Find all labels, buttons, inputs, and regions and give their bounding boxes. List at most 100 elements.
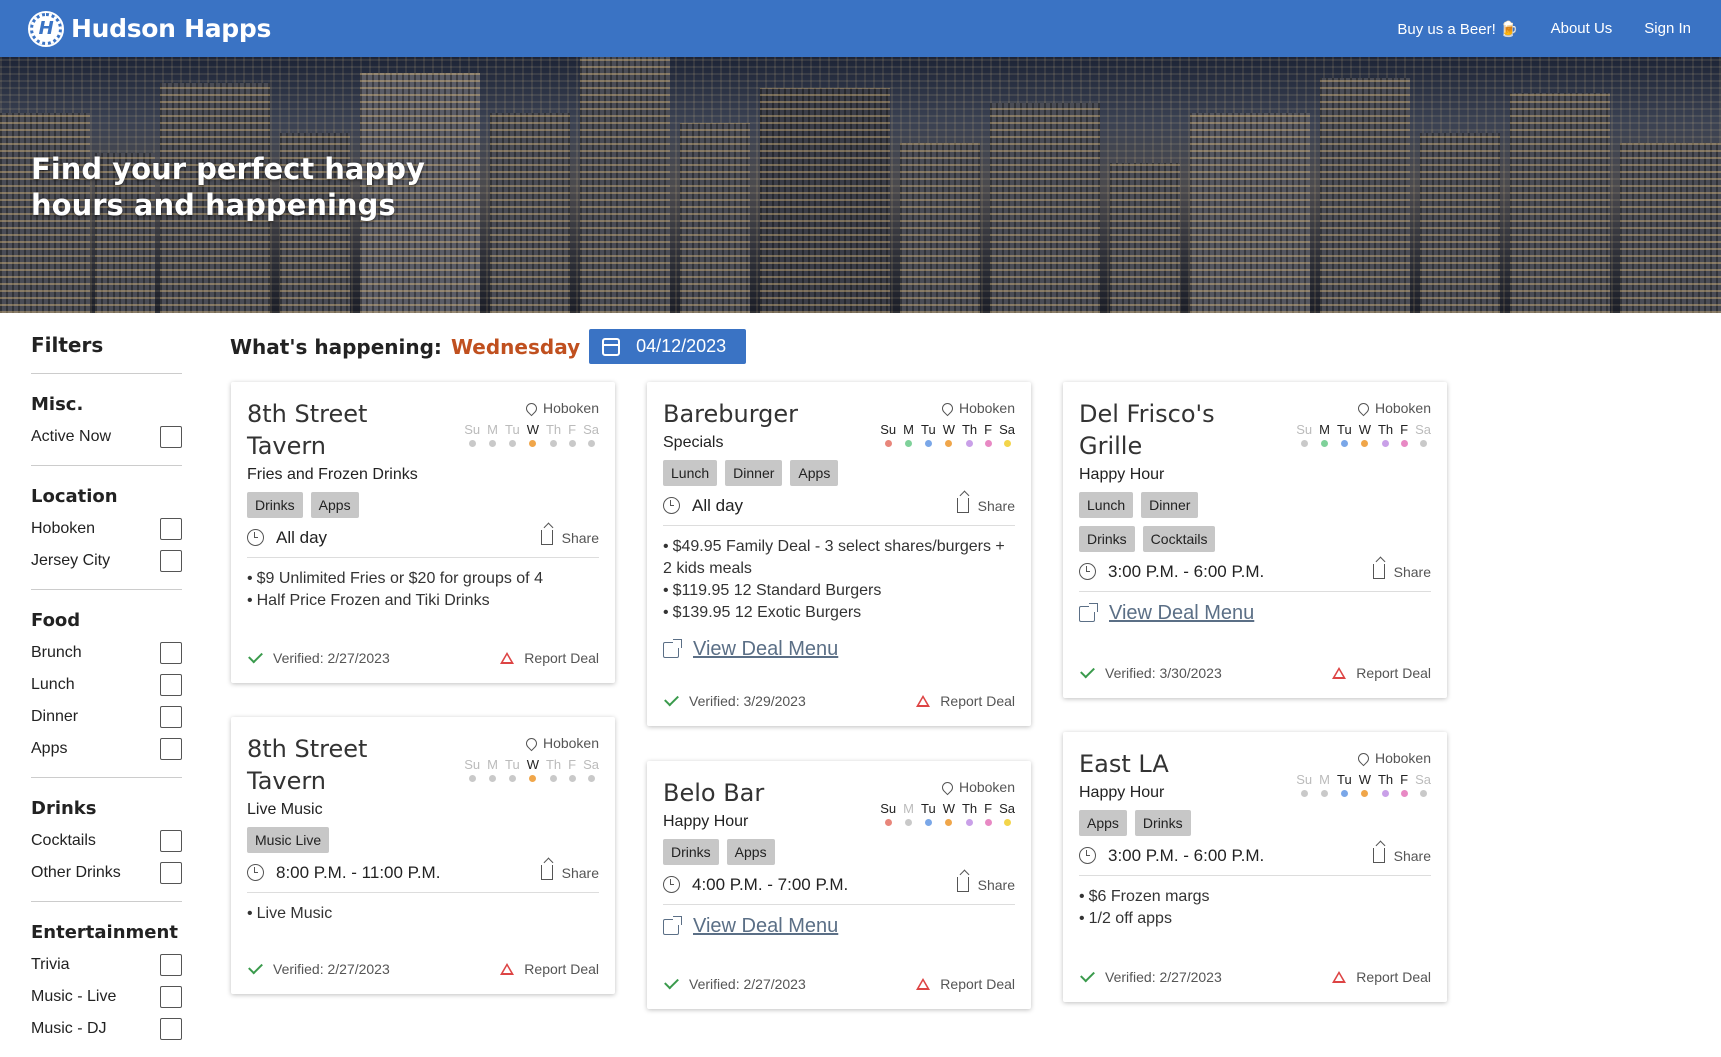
weekday-indicator: Su M Tu W Th F Sa	[457, 422, 599, 447]
deal-subtitle: Live Music	[247, 801, 323, 818]
day-m: M	[487, 422, 498, 447]
tag-list: Lunch Dinner	[1079, 492, 1431, 518]
deal-list: $9 Unlimited Fries or $20 for groups of …	[247, 558, 599, 616]
deal-card[interactable]: Belo Bar Happy Hour Hoboken Su M Tu W Th F Sa Drin…	[647, 761, 1031, 1009]
tag[interactable]: Apps	[790, 460, 839, 486]
report-deal-button[interactable]: Report Deal	[1332, 969, 1431, 985]
day-w: W	[943, 801, 955, 826]
deal-card[interactable]: Bareburger Specials Hoboken Su M Tu W Th F Sa Lunc…	[647, 382, 1031, 726]
filter-checkbox-jersey-city[interactable]	[160, 550, 182, 572]
check-icon	[664, 691, 679, 707]
filter-group-drinks: Drinks Cocktails Other Drinks	[31, 778, 182, 902]
deal-item: $119.95 12 Standard Burgers	[663, 580, 1015, 602]
date-picker-button[interactable]: 04/12/2023	[589, 329, 747, 364]
day-tu: Tu	[1337, 422, 1352, 447]
share-button[interactable]: Share	[956, 877, 1015, 893]
filter-checkbox-other-drinks[interactable]	[160, 862, 182, 884]
tag[interactable]: Lunch	[1079, 492, 1134, 518]
tag[interactable]: Music Live	[247, 827, 330, 853]
venue-name[interactable]: 8th Street Tavern	[247, 733, 367, 797]
filter-checkbox-active-now[interactable]	[160, 426, 182, 448]
clock-icon	[663, 876, 680, 893]
day-tu: Tu	[921, 801, 936, 826]
day-w: W	[1359, 422, 1371, 447]
filter-group-label: Drinks	[31, 798, 97, 819]
view-deal-menu-link[interactable]: View Deal Menu	[663, 915, 1015, 938]
filter-checkbox-apps[interactable]	[160, 738, 182, 760]
filters-title: Filters	[31, 333, 182, 374]
report-deal-button[interactable]: Report Deal	[500, 650, 599, 666]
share-button[interactable]: Share	[540, 865, 599, 881]
tag[interactable]: Apps	[726, 839, 775, 865]
tag[interactable]: Dinner	[1141, 492, 1199, 518]
day-tu: Tu	[921, 422, 936, 447]
filter-checkbox-music-dj[interactable]	[160, 1018, 182, 1040]
deal-card[interactable]: Del Frisco's Grille Happy Hour Hoboken Su M Tu…	[1063, 382, 1447, 698]
deal-time: 3:00 P.M. - 6:00 P.M.	[1079, 562, 1264, 582]
day-th: Th	[546, 422, 561, 447]
tag[interactable]: Drinks	[247, 492, 303, 518]
map-pin-icon	[523, 735, 540, 751]
day-w: W	[943, 422, 955, 447]
share-button[interactable]: Share	[956, 498, 1015, 514]
filter-checkbox-trivia[interactable]	[160, 954, 182, 976]
deal-card[interactable]: East LA Happy Hour Hoboken Su M Tu W Th F Sa Apps D…	[1063, 732, 1447, 1002]
check-icon	[1080, 663, 1095, 679]
filter-checkbox-dinner[interactable]	[160, 706, 182, 728]
venue-name[interactable]: 8th Street Tavern	[247, 398, 418, 462]
tag[interactable]: Cocktails	[1142, 526, 1216, 552]
day-m: M	[487, 757, 498, 782]
share-button[interactable]: Share	[540, 530, 599, 546]
deal-card[interactable]: 8th Street Tavern Fries and Frozen Drinks H…	[231, 382, 615, 683]
verified-status: Verified: 3/29/2023	[663, 691, 806, 709]
report-deal-button[interactable]: Report Deal	[1332, 665, 1431, 681]
filter-label-lunch: Lunch	[31, 676, 75, 693]
filter-group-misc: Misc. Active Now	[31, 374, 182, 466]
day-su: Su	[1296, 772, 1312, 797]
filter-checkbox-lunch[interactable]	[160, 674, 182, 696]
deal-time: All day	[663, 496, 743, 516]
filter-group-label: Misc.	[31, 394, 84, 415]
deal-card[interactable]: 8th Street Tavern Live Music Hoboken Su M Tu W T…	[231, 717, 615, 994]
day-su: Su	[1296, 422, 1312, 447]
view-deal-menu-link[interactable]: View Deal Menu	[663, 638, 1015, 661]
filter-group-location: Location Hoboken Jersey City	[31, 466, 182, 590]
nav-link-buy-beer[interactable]: Buy us a Beer! 🍺	[1397, 20, 1518, 38]
map-pin-icon	[523, 400, 540, 416]
filter-label-apps: Apps	[31, 740, 68, 757]
tag[interactable]: Dinner	[725, 460, 783, 486]
share-button[interactable]: Share	[1372, 564, 1431, 580]
tag[interactable]: Drinks	[1079, 526, 1135, 552]
report-deal-button[interactable]: Report Deal	[916, 976, 1015, 992]
filter-checkbox-music-live[interactable]	[160, 986, 182, 1008]
nav-link-sign-in[interactable]: Sign In	[1644, 20, 1691, 38]
brand-logo[interactable]: H Hudson Happs	[28, 10, 271, 47]
nav-link-about[interactable]: About Us	[1551, 20, 1613, 38]
venue-name[interactable]: East LA	[1079, 748, 1169, 780]
share-button[interactable]: Share	[1372, 848, 1431, 864]
day-th: Th	[1378, 422, 1393, 447]
tag[interactable]: Apps	[310, 492, 359, 518]
verified-status: Verified: 2/27/2023	[1079, 967, 1222, 985]
tag[interactable]: Drinks	[1134, 810, 1191, 836]
tag[interactable]: Lunch	[663, 460, 718, 486]
venue-name[interactable]: Belo Bar	[663, 777, 764, 809]
report-deal-button[interactable]: Report Deal	[916, 693, 1015, 709]
map-pin-icon	[939, 400, 956, 416]
day-f: F	[568, 422, 576, 447]
day-w: W	[1359, 772, 1371, 797]
venue-name[interactable]: Bareburger	[663, 398, 798, 430]
tag[interactable]: Drinks	[663, 839, 719, 865]
view-deal-menu-link[interactable]: View Deal Menu	[1079, 602, 1431, 625]
tag[interactable]: Apps	[1079, 810, 1127, 836]
venue-name[interactable]: Del Frisco's Grille	[1079, 398, 1215, 462]
day-w: W	[527, 757, 539, 782]
verified-status: Verified: 2/27/2023	[663, 974, 806, 992]
filter-checkbox-cocktails[interactable]	[160, 830, 182, 852]
warning-icon	[1332, 971, 1347, 983]
filter-checkbox-brunch[interactable]	[160, 642, 182, 664]
day-m: M	[903, 422, 914, 447]
report-deal-button[interactable]: Report Deal	[500, 961, 599, 977]
tag-list: Apps Drinks	[1079, 810, 1431, 836]
filter-checkbox-hoboken[interactable]	[160, 518, 182, 540]
